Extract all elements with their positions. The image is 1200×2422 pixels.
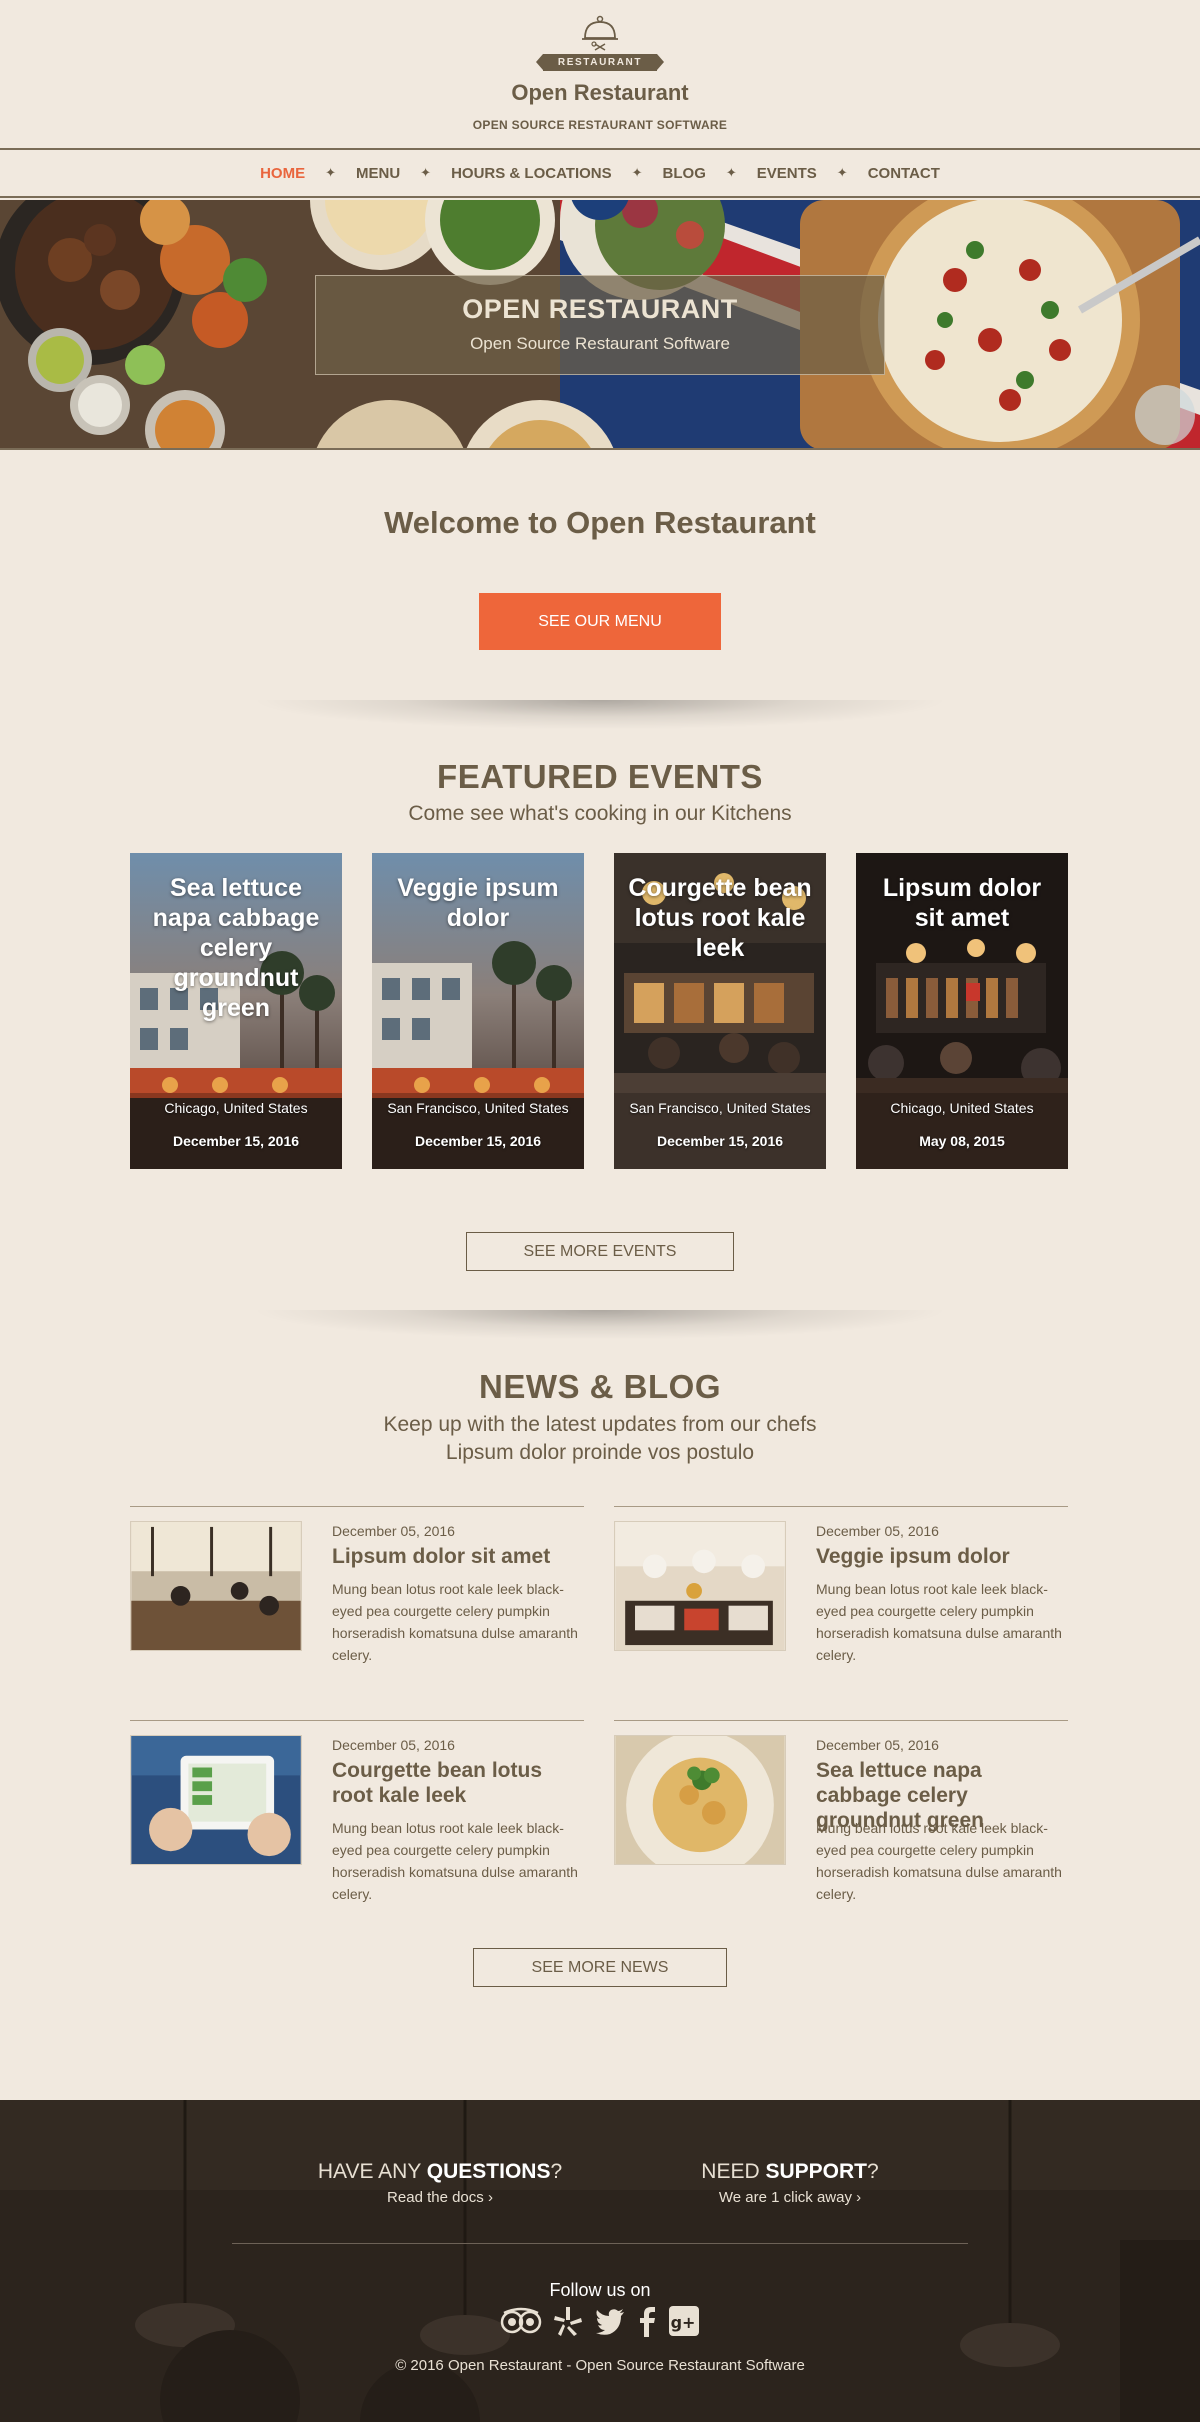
site-tagline: OPEN SOURCE RESTAURANT SOFTWARE xyxy=(472,118,728,132)
post-excerpt: Mung bean lotus root kale leek black-eye… xyxy=(332,1581,578,1663)
hero-title-box: OPEN RESTAURANT Open Source Restaurant S… xyxy=(315,275,885,375)
post-title[interactable]: Lipsum dolor sit amet xyxy=(332,1544,584,1569)
welcome-title: Welcome to Open Restaurant xyxy=(384,505,816,540)
site-footer: HAVE ANY QUESTIONS? Read the docs › NEED… xyxy=(0,2100,1200,2422)
events-title: FEATURED EVENTS xyxy=(437,758,763,795)
nav-separator: ✦ xyxy=(325,165,336,180)
cloche-icon xyxy=(582,15,618,51)
post-date: December 05, 2016 xyxy=(816,1737,939,1753)
questions-heading-bold: QUESTIONS xyxy=(426,2160,551,2183)
support-heading: NEED SUPPORT? xyxy=(590,2160,990,2184)
post-divider xyxy=(130,1506,584,1507)
social-links: g+ xyxy=(0,2305,1200,2337)
post-thumbnail xyxy=(614,1521,786,1651)
nav-item-home[interactable]: HOME xyxy=(240,165,325,182)
nav-item-events[interactable]: EVENTS xyxy=(737,165,837,182)
logo-ribbon: RESTAURANT xyxy=(536,54,664,71)
news-subtitle: Lipsum dolor proinde vos postulo xyxy=(445,1441,755,1464)
nav-item-hours-locations[interactable]: HOURS & LOCATIONS xyxy=(431,165,632,182)
event-date: May 08, 2015 xyxy=(919,1133,1005,1149)
hero-title: OPEN RESTAURANT xyxy=(462,294,738,324)
section-divider xyxy=(250,1310,950,1340)
questions-heading-mark: ? xyxy=(550,2160,563,2183)
news-subtitle: Keep up with the latest updates from our… xyxy=(383,1413,817,1436)
event-card[interactable]: Lipsum dolor sit amet Chicago, United St… xyxy=(856,853,1068,1169)
nav-item-blog[interactable]: BLOG xyxy=(643,165,726,182)
event-location: Chicago, United States xyxy=(164,1100,308,1116)
nav-separator: ✦ xyxy=(631,165,643,180)
event-location: Chicago, United States xyxy=(890,1100,1034,1116)
event-title: Courgette bean lotus root kale leek xyxy=(628,874,812,962)
blog-post[interactable]: December 05, 2016 Courgette bean lotus r… xyxy=(130,1720,584,1920)
event-title: Lipsum dolor sit amet xyxy=(882,874,1042,932)
read-docs-link[interactable]: Read the docs › xyxy=(240,2189,640,2206)
hero-banner: OPEN RESTAURANT Open Source Restaurant S… xyxy=(0,200,1200,450)
follow-us-label: Follow us on xyxy=(549,2280,651,2300)
post-thumbnail xyxy=(130,1735,302,1865)
post-excerpt: Mung bean lotus root kale leek black-eye… xyxy=(816,1820,1062,1902)
support-heading-mark: ? xyxy=(867,2160,879,2183)
questions-heading-text: HAVE ANY xyxy=(317,2160,427,2183)
post-date: December 05, 2016 xyxy=(332,1523,455,1539)
post-divider xyxy=(130,1720,584,1721)
post-divider xyxy=(614,1720,1068,1721)
post-date: December 05, 2016 xyxy=(332,1737,455,1753)
site-header: RESTAURANT Open Restaurant OPEN SOURCE R… xyxy=(0,0,1200,148)
section-divider xyxy=(250,700,950,730)
post-title[interactable]: Courgette bean lotus root kale leek xyxy=(332,1758,584,1808)
blog-post[interactable]: December 05, 2016 Veggie ipsum dolor Mun… xyxy=(614,1506,1068,1706)
facebook-icon[interactable] xyxy=(636,2305,658,2337)
questions-heading: HAVE ANY QUESTIONS? xyxy=(240,2160,640,2184)
post-title[interactable]: Veggie ipsum dolor xyxy=(816,1544,1068,1569)
main-nav: HOME ✦ MENU ✦ HOURS & LOCATIONS ✦ BLOG ✦… xyxy=(0,148,1200,198)
footer-divider xyxy=(232,2243,968,2244)
blog-post[interactable]: December 05, 2016 Sea lettuce napa cabba… xyxy=(614,1720,1068,1920)
hero-subtitle: Open Source Restaurant Software xyxy=(470,334,730,353)
support-link[interactable]: We are 1 click away › xyxy=(590,2189,990,2206)
twitter-icon[interactable] xyxy=(594,2305,626,2337)
yelp-icon[interactable] xyxy=(552,2305,584,2337)
support-heading-bold: SUPPORT xyxy=(765,2160,867,2183)
nav-separator: ✦ xyxy=(420,165,432,180)
post-thumbnail xyxy=(614,1735,786,1865)
event-title: Veggie ipsum dolor xyxy=(397,874,559,932)
event-card[interactable]: Courgette bean lotus root kale leek San … xyxy=(614,853,826,1169)
event-card[interactable]: Veggie ipsum dolor San Francisco, United… xyxy=(372,853,584,1169)
support-heading-text: NEED xyxy=(701,2160,766,2183)
nav-separator: ✦ xyxy=(836,165,848,180)
event-date: December 15, 2016 xyxy=(656,1133,784,1149)
post-thumbnail xyxy=(130,1521,302,1651)
event-location: San Francisco, United States xyxy=(629,1100,811,1116)
event-date: December 15, 2016 xyxy=(172,1133,300,1149)
nav-item-menu[interactable]: MENU xyxy=(336,165,420,182)
copyright-text: © 2016 Open Restaurant - Open Source Res… xyxy=(395,2357,805,2374)
see-our-menu-button[interactable]: SEE OUR MENU xyxy=(479,593,721,650)
post-excerpt: Mung bean lotus root kale leek black-eye… xyxy=(332,1820,578,1902)
post-divider xyxy=(614,1506,1068,1507)
blog-post[interactable]: December 05, 2016 Lipsum dolor sit amet … xyxy=(130,1506,584,1706)
nav-item-contact[interactable]: CONTACT xyxy=(848,165,960,182)
events-subtitle: Come see what's cooking in our Kitchens xyxy=(408,802,792,825)
see-more-news-button[interactable]: SEE MORE NEWS xyxy=(473,1948,727,1987)
nav-separator: ✦ xyxy=(725,165,737,180)
svg-text:g+: g+ xyxy=(671,2313,696,2332)
event-card[interactable]: Sea lettuce napa cabbage celery groundnu… xyxy=(130,853,342,1169)
event-location: San Francisco, United States xyxy=(387,1100,569,1116)
see-more-events-button[interactable]: SEE MORE EVENTS xyxy=(466,1232,734,1271)
post-excerpt: Mung bean lotus root kale leek black-eye… xyxy=(816,1581,1062,1663)
tripadvisor-icon[interactable] xyxy=(500,2305,542,2337)
post-date: December 05, 2016 xyxy=(816,1523,939,1539)
event-title: Sea lettuce napa cabbage celery groundnu… xyxy=(152,874,320,1022)
google-plus-icon[interactable]: g+ xyxy=(668,2305,700,2337)
news-title: NEWS & BLOG xyxy=(479,1368,721,1405)
site-title[interactable]: Open Restaurant xyxy=(0,80,1200,106)
event-date: December 15, 2016 xyxy=(414,1133,542,1149)
